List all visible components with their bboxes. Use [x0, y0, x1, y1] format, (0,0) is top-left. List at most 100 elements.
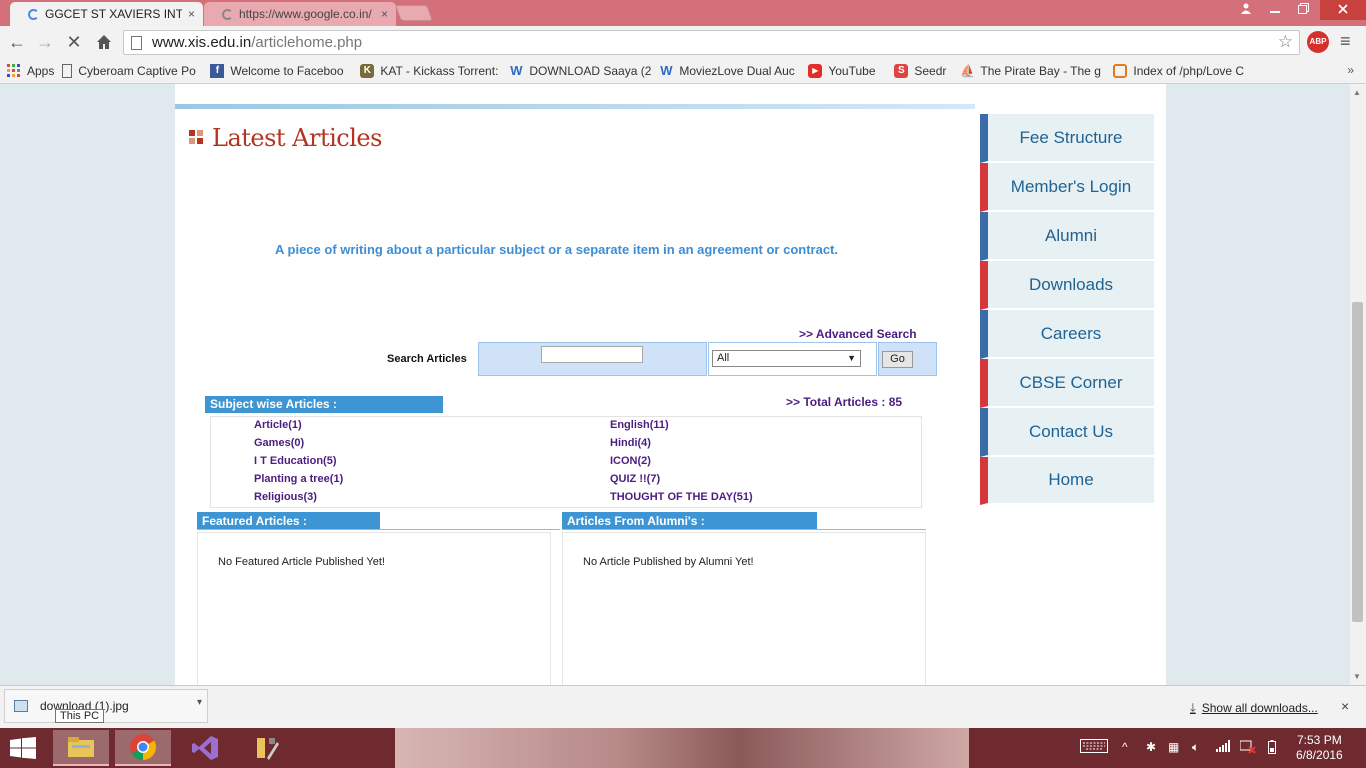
bookmark-label: KAT - Kickass Torrent:: [380, 64, 499, 78]
subject-link[interactable]: English(11): [610, 419, 669, 431]
action-center-icon[interactable]: ▦: [1168, 740, 1179, 754]
bookmarks-overflow-icon[interactable]: »: [1347, 63, 1354, 77]
tab-google[interactable]: https://www.google.co.in/ ×: [204, 2, 396, 26]
tab-close-icon[interactable]: ×: [188, 7, 195, 21]
menu-item-label: Careers: [1040, 323, 1102, 343]
download-item[interactable]: download (1).jpg ▾: [4, 689, 208, 723]
scroll-down-arrow-icon[interactable]: ▼: [1353, 672, 1361, 681]
bookmark-seedr[interactable]: S Seedr: [894, 64, 952, 78]
download-options-chevron-icon[interactable]: ▾: [197, 697, 202, 708]
bookmark-pirate-bay[interactable]: ⛵ The Pirate Bay - The g: [960, 64, 1105, 78]
subject-link[interactable]: ICON(2): [610, 455, 651, 467]
category-select-cell: All ▼: [708, 342, 877, 376]
adblock-plus-icon[interactable]: ABP: [1307, 31, 1329, 53]
window-close-icon[interactable]: [1320, 0, 1366, 20]
menu-item-alumni[interactable]: Alumni: [980, 212, 1154, 261]
show-all-downloads-link[interactable]: ⤓ Show all downloads...: [1190, 700, 1318, 716]
advanced-search-link[interactable]: >> Advanced Search: [799, 327, 917, 341]
show-hidden-icons-chevron-icon[interactable]: ^: [1122, 740, 1128, 754]
menu-item-cbse-corner[interactable]: CBSE Corner: [980, 359, 1154, 408]
system-clock[interactable]: 7:53 PM 6/8/2016: [1296, 733, 1343, 763]
bookmark-kat[interactable]: K KAT - Kickass Torrent:: [360, 64, 501, 78]
bookmark-saaya[interactable]: W DOWNLOAD Saaya (2: [509, 64, 651, 78]
menu-item-label: Contact Us: [1028, 421, 1114, 441]
browser-toolbar: ← → ✕ www.xis.edu.in/articlehome.php ☆: [0, 26, 1366, 59]
download-arrow-icon: ⤓: [1190, 700, 1196, 715]
forward-arrow-icon[interactable]: →: [33, 30, 57, 54]
subject-link[interactable]: I T Education(5): [254, 455, 337, 467]
tab-close-icon[interactable]: ×: [381, 7, 388, 21]
category-select[interactable]: All ▼: [712, 350, 861, 367]
browser-title-bar: GGCET ST XAVIERS INTER × https://www.goo…: [0, 0, 1366, 26]
network-signal-icon[interactable]: [1216, 740, 1230, 755]
home-icon[interactable]: [92, 30, 116, 56]
scroll-up-arrow-icon[interactable]: ▲: [1353, 88, 1361, 97]
tab-active[interactable]: GGCET ST XAVIERS INTER ×: [10, 2, 203, 26]
alumni-articles-panel: [562, 532, 926, 685]
alumni-articles-header: Articles From Alumni's :: [562, 512, 817, 530]
subject-link[interactable]: Games(0): [254, 437, 304, 449]
address-bar[interactable]: www.xis.edu.in/articlehome.php ☆: [123, 30, 1300, 55]
subject-link[interactable]: Hindi(4): [610, 437, 651, 449]
page-title: Latest Articles: [212, 124, 382, 152]
menu-item-label: Home: [1048, 470, 1094, 489]
bookmark-label: Cyberoam Captive Po: [78, 64, 196, 78]
keyboard-icon[interactable]: [1080, 739, 1108, 756]
back-arrow-icon[interactable]: ←: [5, 30, 29, 54]
subject-link[interactable]: Religious(3): [254, 491, 317, 503]
image-file-icon: [14, 700, 28, 712]
subject-link[interactable]: Article(1): [254, 419, 302, 431]
tab-title: GGCET ST XAVIERS INTER: [45, 7, 182, 21]
menu-item-careers[interactable]: Careers: [980, 310, 1154, 359]
download-bar-close-icon[interactable]: ×: [1341, 698, 1349, 714]
subject-list: Article(1) Games(0) I T Education(5) Pla…: [210, 416, 922, 508]
new-tab-button[interactable]: [395, 5, 433, 21]
menu-item-label: CBSE Corner: [1019, 372, 1123, 392]
bookmark-star-icon[interactable]: ☆: [1278, 32, 1293, 52]
subject-link[interactable]: THOUGHT OF THE DAY(51): [610, 491, 753, 503]
bookmark-facebook[interactable]: f Welcome to Faceboo: [210, 64, 352, 78]
network-disconnected-icon[interactable]: [1239, 740, 1256, 757]
subject-link[interactable]: QUIZ !!(7): [610, 473, 660, 485]
subject-link[interactable]: Planting a tree(1): [254, 473, 343, 485]
restore-icon[interactable]: [1289, 0, 1317, 20]
user-profile-icon[interactable]: [1232, 0, 1260, 20]
menu-item-members-login[interactable]: Member's Login: [980, 163, 1154, 212]
clock-date: 6/8/2016: [1296, 748, 1343, 762]
menu-item-fee-structure[interactable]: Fee Structure: [980, 114, 1154, 163]
heading-bullet-icon: [189, 130, 205, 146]
scrollbar-thumb[interactable]: [1352, 302, 1363, 622]
tools-app-icon[interactable]: [239, 730, 295, 766]
battery-icon[interactable]: [1268, 740, 1276, 757]
search-cell: [478, 342, 707, 376]
chrome-icon[interactable]: [115, 730, 171, 766]
volume-icon[interactable]: 🔈︎: [1192, 740, 1199, 755]
go-button[interactable]: Go: [882, 351, 913, 368]
bluetooth-icon[interactable]: ✱: [1146, 740, 1156, 754]
chrome-menu-icon[interactable]: ≡: [1340, 31, 1351, 52]
file-explorer-icon[interactable]: [53, 730, 109, 766]
loading-spinner-icon: [28, 8, 39, 20]
pirate-bay-icon: ⛵: [960, 64, 976, 78]
visual-studio-icon[interactable]: [177, 730, 233, 766]
menu-item-home[interactable]: Home: [980, 457, 1154, 505]
featured-empty-message: No Featured Article Published Yet!: [218, 556, 385, 568]
url-host: www.xis.edu.in: [152, 34, 252, 51]
menu-item-downloads[interactable]: Downloads: [980, 261, 1154, 310]
bookmark-index[interactable]: Index of /php/Love C: [1113, 64, 1251, 78]
bookmark-moviezlove[interactable]: W MoviezLove Dual Auc: [659, 64, 800, 78]
page-icon: [131, 35, 142, 50]
subject-wise-header: Subject wise Articles :: [205, 396, 443, 413]
seedr-icon: S: [894, 64, 909, 78]
bookmark-apps[interactable]: Apps: [7, 64, 54, 78]
windows-start-icon[interactable]: [10, 737, 38, 759]
bookmark-youtube[interactable]: ▶ YouTube: [808, 64, 886, 78]
tagline-text: A piece of writing about a particular su…: [275, 242, 838, 257]
bookmark-cyberoam[interactable]: Cyberoam Captive Po: [62, 64, 202, 78]
stop-loading-icon[interactable]: ✕: [62, 30, 86, 54]
search-input[interactable]: [541, 346, 643, 363]
header-divider: [175, 104, 975, 109]
featured-articles-header: Featured Articles :: [197, 512, 380, 530]
menu-item-contact-us[interactable]: Contact Us: [980, 408, 1154, 457]
minimize-icon[interactable]: [1261, 0, 1289, 20]
